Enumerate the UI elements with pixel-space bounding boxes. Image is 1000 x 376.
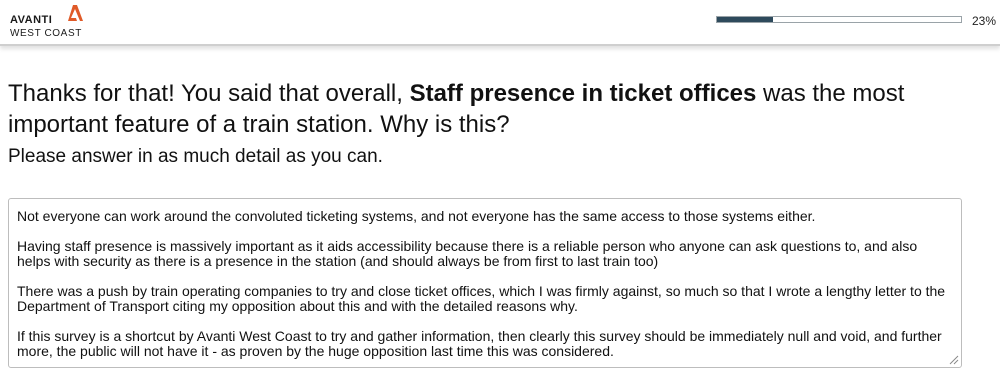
answer-paragraph: Not everyone can work around the convolu… [17, 208, 816, 224]
progress-percentage: 23% [972, 14, 997, 28]
answer-textarea[interactable]: Not everyone can work around the convolu… [8, 198, 962, 368]
avanti-logo: AVANTI WEST COAST [10, 4, 100, 40]
logo-triangle-icon [68, 5, 83, 21]
answer-paragraph: If this survey is a shortcut by Avanti W… [17, 328, 942, 359]
logo-text-avanti: AVANTI [10, 14, 53, 26]
survey-header: AVANTI WEST COAST 23% [0, 0, 1000, 46]
progress-bar [716, 16, 962, 23]
question-instructions: Please answer in as much detail as you c… [8, 146, 383, 167]
answer-text-content[interactable]: Not everyone can work around the convolu… [17, 209, 953, 359]
answer-paragraph: There was a push by train operating comp… [17, 283, 946, 314]
question-title: Thanks for that! You said that overall, … [8, 78, 958, 140]
resize-handle-icon[interactable] [947, 353, 959, 365]
question-highlight: Staff presence in ticket offices [409, 80, 757, 107]
question-intro: Thanks for that! You said that overall, [8, 80, 410, 107]
answer-paragraph: Having staff presence is massively impor… [17, 238, 918, 269]
logo-text-west-coast: WEST COAST [10, 28, 82, 39]
progress-bar-fill [717, 17, 774, 22]
